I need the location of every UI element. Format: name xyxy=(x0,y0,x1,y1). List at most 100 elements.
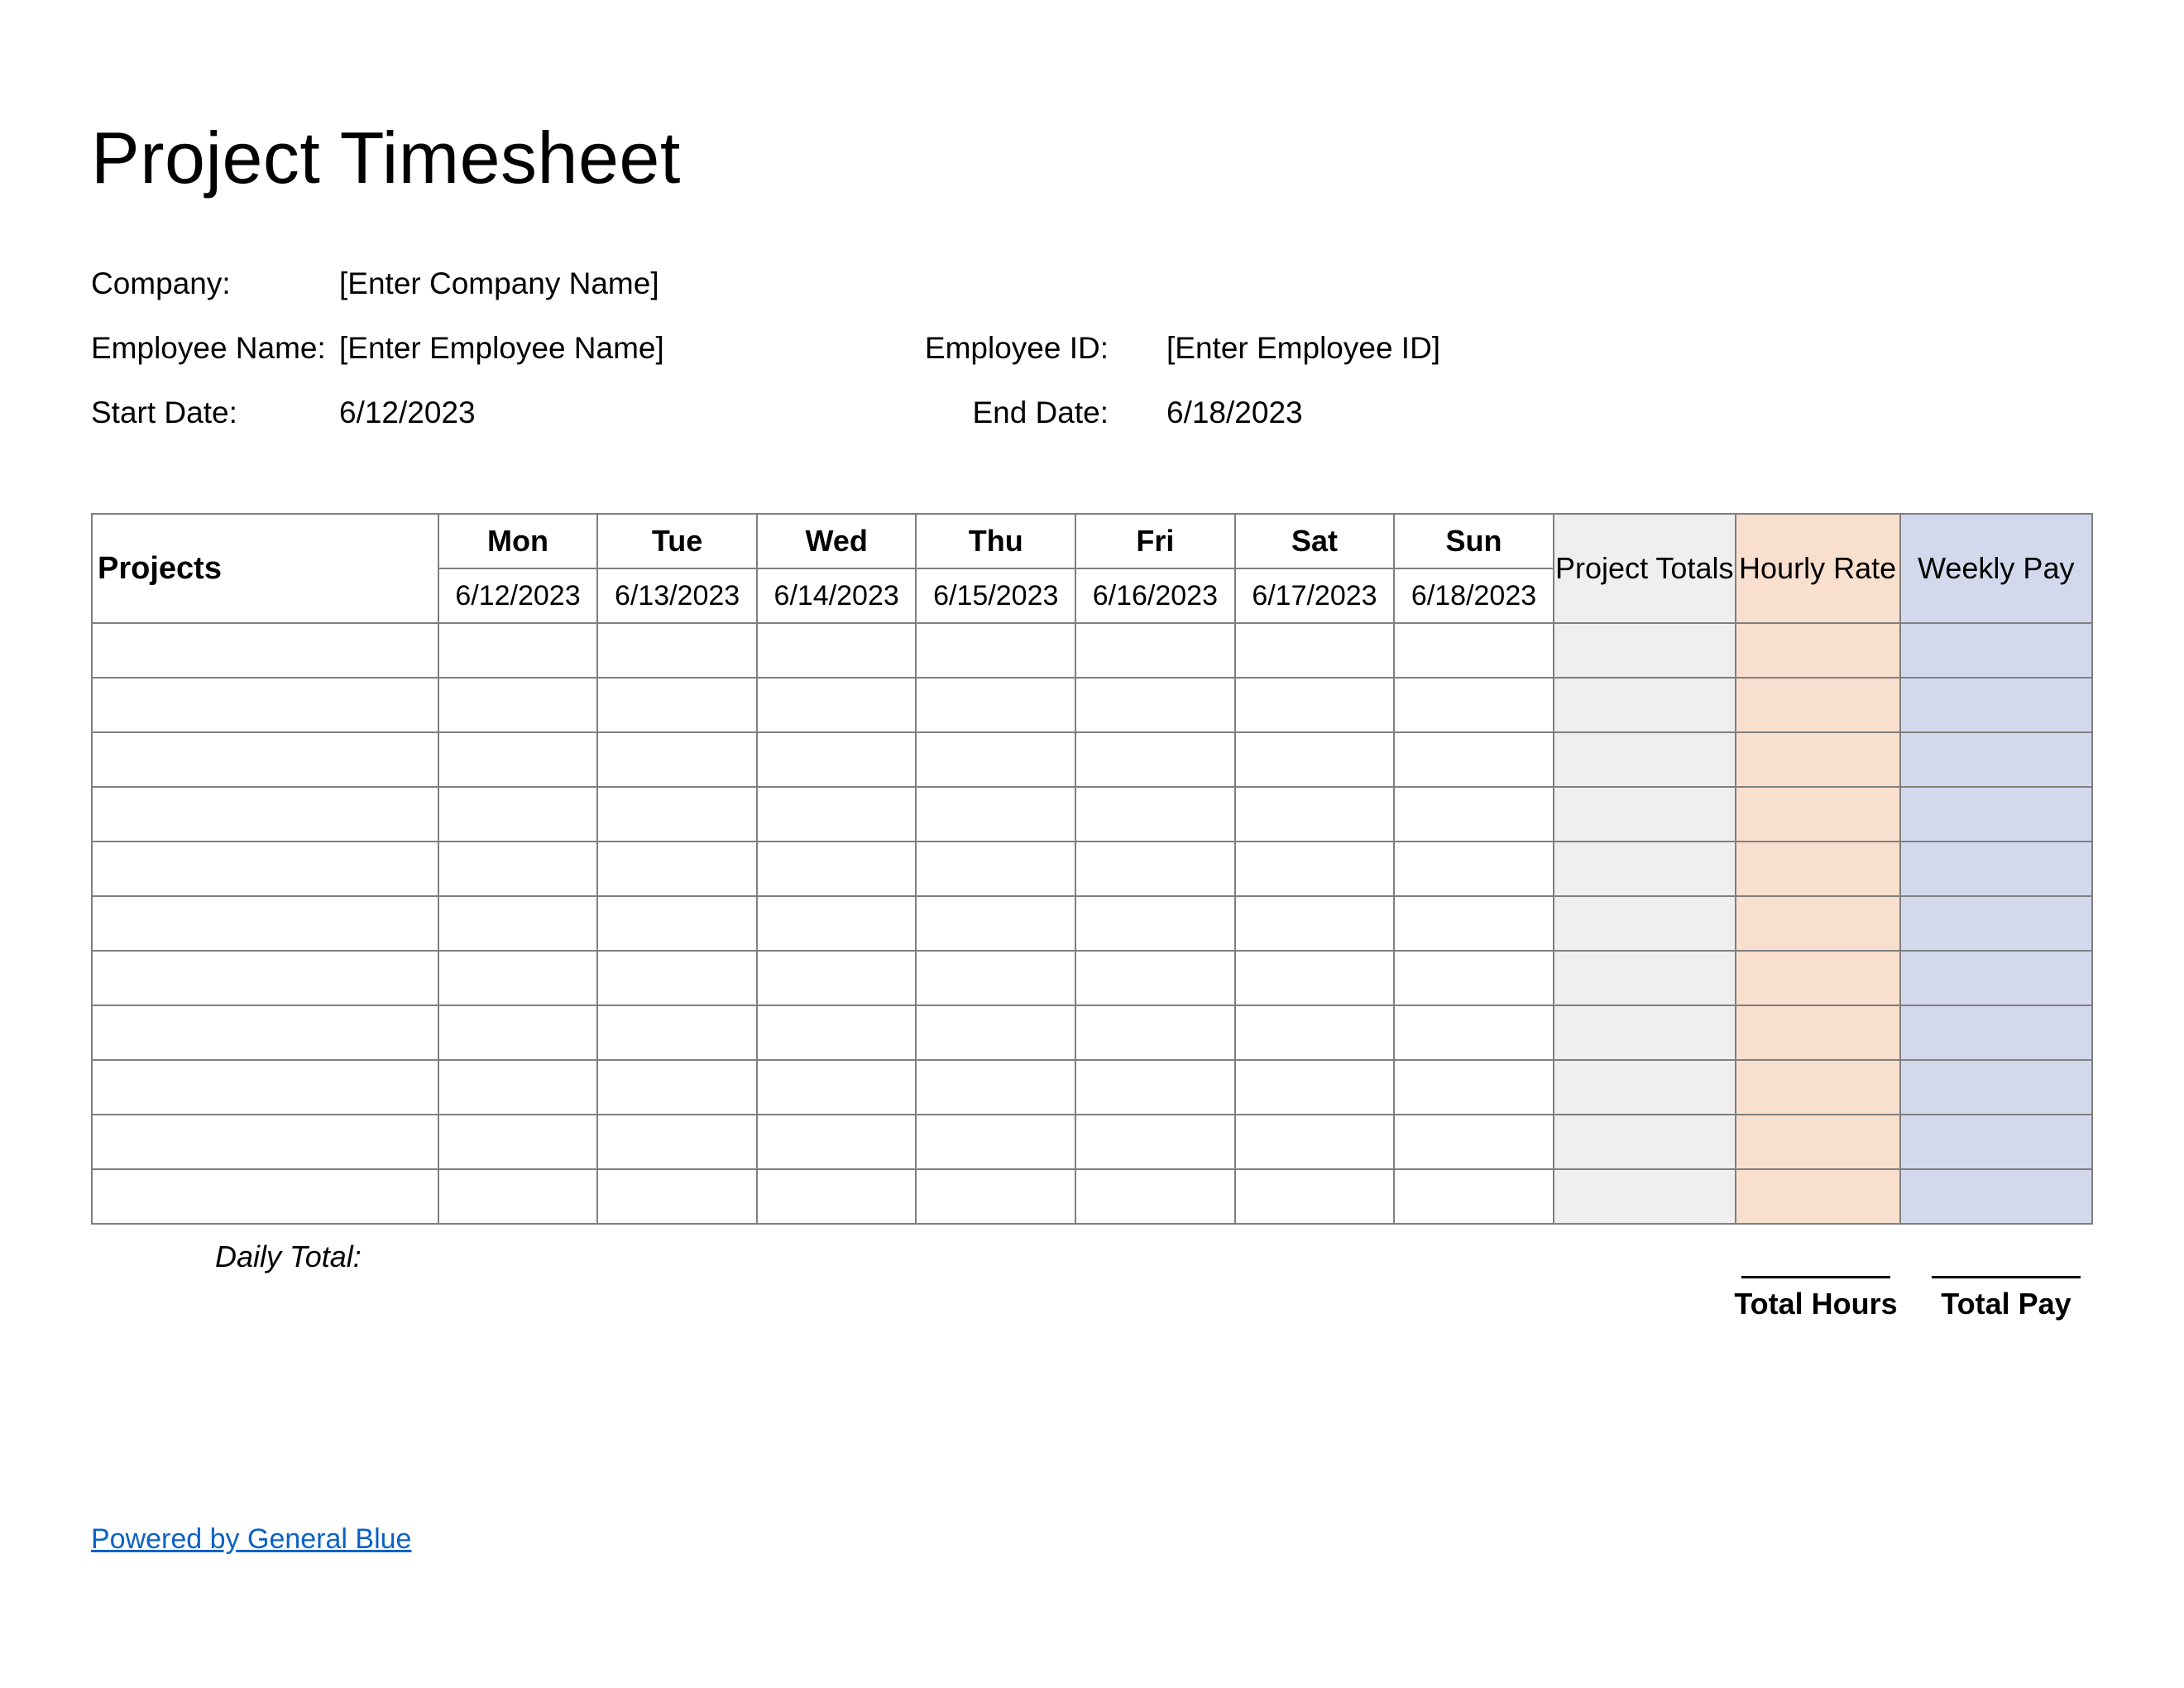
hours-cell[interactable] xyxy=(757,1060,917,1115)
hourly-rate-cell[interactable] xyxy=(1736,678,1900,732)
hours-cell[interactable] xyxy=(757,732,917,787)
hours-cell[interactable] xyxy=(1394,1005,1554,1060)
hours-cell[interactable] xyxy=(757,1169,917,1224)
hours-cell[interactable] xyxy=(1235,623,1395,678)
hours-cell[interactable] xyxy=(438,787,598,842)
hourly-rate-cell[interactable] xyxy=(1736,787,1900,842)
hours-cell[interactable] xyxy=(438,951,598,1005)
hours-cell[interactable] xyxy=(597,1169,757,1224)
project-cell[interactable] xyxy=(92,1060,438,1115)
hours-cell[interactable] xyxy=(1235,787,1395,842)
hours-cell[interactable] xyxy=(916,787,1075,842)
hours-cell[interactable] xyxy=(1235,842,1395,896)
hours-cell[interactable] xyxy=(1394,732,1554,787)
hours-cell[interactable] xyxy=(597,623,757,678)
hours-cell[interactable] xyxy=(1075,842,1235,896)
hours-cell[interactable] xyxy=(1235,1169,1395,1224)
hours-cell[interactable] xyxy=(1075,623,1235,678)
hours-cell[interactable] xyxy=(1235,1060,1395,1115)
hourly-rate-cell[interactable] xyxy=(1736,842,1900,896)
hours-cell[interactable] xyxy=(757,896,917,951)
hours-cell[interactable] xyxy=(1394,1169,1554,1224)
project-cell[interactable] xyxy=(92,896,438,951)
hours-cell[interactable] xyxy=(1394,623,1554,678)
hours-cell[interactable] xyxy=(916,623,1075,678)
end-date-value[interactable]: 6/18/2023 xyxy=(1166,396,1303,430)
hours-cell[interactable] xyxy=(1235,951,1395,1005)
hours-cell[interactable] xyxy=(757,623,917,678)
hours-cell[interactable] xyxy=(916,732,1075,787)
project-cell[interactable] xyxy=(92,842,438,896)
hours-cell[interactable] xyxy=(1075,1060,1235,1115)
hours-cell[interactable] xyxy=(1075,1115,1235,1169)
project-cell[interactable] xyxy=(92,1169,438,1224)
hours-cell[interactable] xyxy=(1394,1115,1554,1169)
project-cell[interactable] xyxy=(92,787,438,842)
powered-by-link[interactable]: Powered by General Blue xyxy=(91,1523,411,1555)
hours-cell[interactable] xyxy=(916,842,1075,896)
project-cell[interactable] xyxy=(92,678,438,732)
hours-cell[interactable] xyxy=(1394,678,1554,732)
start-date-value[interactable]: 6/12/2023 xyxy=(339,396,476,430)
hours-cell[interactable] xyxy=(1394,951,1554,1005)
project-cell[interactable] xyxy=(92,1005,438,1060)
hours-cell[interactable] xyxy=(1394,842,1554,896)
hours-cell[interactable] xyxy=(1075,951,1235,1005)
hours-cell[interactable] xyxy=(1075,678,1235,732)
hours-cell[interactable] xyxy=(916,1005,1075,1060)
hours-cell[interactable] xyxy=(597,1060,757,1115)
hours-cell[interactable] xyxy=(438,842,598,896)
hours-cell[interactable] xyxy=(916,951,1075,1005)
employee-name-value[interactable]: [Enter Employee Name] xyxy=(339,331,664,366)
hours-cell[interactable] xyxy=(1235,678,1395,732)
hours-cell[interactable] xyxy=(916,896,1075,951)
hours-cell[interactable] xyxy=(1394,787,1554,842)
hours-cell[interactable] xyxy=(757,678,917,732)
project-cell[interactable] xyxy=(92,1115,438,1169)
hourly-rate-cell[interactable] xyxy=(1736,896,1900,951)
hours-cell[interactable] xyxy=(916,1169,1075,1224)
hours-cell[interactable] xyxy=(1075,787,1235,842)
hours-cell[interactable] xyxy=(1394,1060,1554,1115)
company-value[interactable]: [Enter Company Name] xyxy=(339,266,659,301)
hours-cell[interactable] xyxy=(597,732,757,787)
hours-cell[interactable] xyxy=(438,1115,598,1169)
hours-cell[interactable] xyxy=(438,623,598,678)
hours-cell[interactable] xyxy=(1394,896,1554,951)
hours-cell[interactable] xyxy=(438,1060,598,1115)
hours-cell[interactable] xyxy=(438,678,598,732)
project-cell[interactable] xyxy=(92,623,438,678)
hours-cell[interactable] xyxy=(1075,896,1235,951)
hours-cell[interactable] xyxy=(438,1005,598,1060)
hours-cell[interactable] xyxy=(916,678,1075,732)
hours-cell[interactable] xyxy=(1235,1005,1395,1060)
employee-id-value[interactable]: [Enter Employee ID] xyxy=(1166,331,1440,366)
powered-by[interactable]: Powered by General Blue xyxy=(91,1523,411,1556)
hours-cell[interactable] xyxy=(597,1005,757,1060)
hourly-rate-cell[interactable] xyxy=(1736,951,1900,1005)
hours-cell[interactable] xyxy=(438,732,598,787)
hourly-rate-cell[interactable] xyxy=(1736,732,1900,787)
hours-cell[interactable] xyxy=(757,1005,917,1060)
hours-cell[interactable] xyxy=(757,842,917,896)
hourly-rate-cell[interactable] xyxy=(1736,1060,1900,1115)
hours-cell[interactable] xyxy=(1075,732,1235,787)
hours-cell[interactable] xyxy=(597,951,757,1005)
hourly-rate-cell[interactable] xyxy=(1736,1005,1900,1060)
hours-cell[interactable] xyxy=(757,787,917,842)
hours-cell[interactable] xyxy=(916,1060,1075,1115)
project-cell[interactable] xyxy=(92,951,438,1005)
hours-cell[interactable] xyxy=(597,1115,757,1169)
hours-cell[interactable] xyxy=(597,896,757,951)
hours-cell[interactable] xyxy=(438,1169,598,1224)
hours-cell[interactable] xyxy=(757,1115,917,1169)
hours-cell[interactable] xyxy=(1075,1005,1235,1060)
hours-cell[interactable] xyxy=(597,842,757,896)
hours-cell[interactable] xyxy=(1235,1115,1395,1169)
hours-cell[interactable] xyxy=(1235,896,1395,951)
hours-cell[interactable] xyxy=(597,678,757,732)
hours-cell[interactable] xyxy=(1075,1169,1235,1224)
hourly-rate-cell[interactable] xyxy=(1736,623,1900,678)
hourly-rate-cell[interactable] xyxy=(1736,1169,1900,1224)
hours-cell[interactable] xyxy=(757,951,917,1005)
